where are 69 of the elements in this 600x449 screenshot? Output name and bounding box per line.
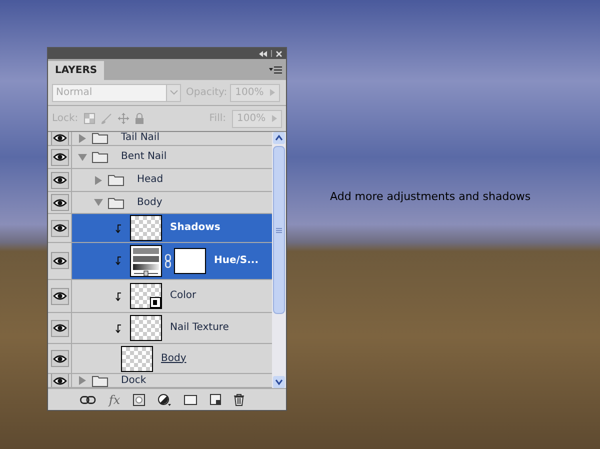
- layer-name: Shadows: [170, 223, 220, 234]
- visibility-toggle[interactable]: [50, 288, 68, 305]
- visibility-toggle[interactable]: [50, 252, 68, 270]
- layer-thumbnail: [130, 215, 162, 242]
- layer-style-button[interactable]: fx: [108, 394, 120, 406]
- scroll-up-icon[interactable]: [273, 132, 285, 144]
- eye-icon: [52, 198, 66, 207]
- scroll-down-icon[interactable]: [273, 376, 285, 388]
- layers-tab[interactable]: LAYERS: [48, 61, 104, 80]
- layer-row[interactable]: Shadows: [48, 214, 272, 243]
- smart-object-icon: [150, 297, 161, 308]
- folder-icon: [108, 196, 124, 209]
- folder-icon: [92, 151, 108, 163]
- mask-thumbnail: [174, 248, 206, 274]
- mask-icon[interactable]: [133, 394, 146, 406]
- visibility-toggle[interactable]: [50, 172, 68, 189]
- caption-text: Add more adjustments and shadows: [330, 189, 531, 205]
- folder-icon: [108, 174, 124, 186]
- collapse-icon[interactable]: [259, 50, 267, 56]
- eye-icon: [52, 324, 66, 332]
- layer-row[interactable]: Nail Texture: [48, 313, 272, 344]
- scrollbar[interactable]: [272, 132, 286, 388]
- layer-row[interactable]: Dock: [48, 374, 272, 388]
- layer-name: Nail Texture: [170, 323, 229, 334]
- eye-icon: [52, 354, 66, 363]
- layer-name: Hue/S...: [214, 256, 259, 266]
- visibility-toggle[interactable]: [50, 148, 68, 166]
- eye-icon: [52, 292, 66, 300]
- layer-thumbnail: [121, 346, 153, 372]
- close-icon[interactable]: [276, 50, 282, 56]
- chevron-down-icon: [170, 90, 178, 95]
- visibility-toggle[interactable]: [50, 194, 68, 212]
- layer-name: Tail Nail: [121, 133, 160, 144]
- layer-row[interactable]: Body: [48, 192, 272, 214]
- layer-row[interactable]: Bent Nail: [48, 146, 272, 170]
- layer-row[interactable]: Head: [48, 169, 272, 192]
- layer-row[interactable]: Body: [48, 344, 272, 374]
- adjustment-layer-icon[interactable]: [158, 394, 172, 406]
- visibility-toggle[interactable]: [50, 350, 68, 368]
- layer-name: Head: [137, 175, 164, 186]
- eye-icon: [52, 376, 66, 385]
- arrow-right-icon: [272, 115, 277, 122]
- link-icon[interactable]: [80, 396, 96, 404]
- chain-link-icon[interactable]: [165, 254, 171, 268]
- layer-row[interactable]: Color: [48, 280, 272, 314]
- layer-name: Bent Nail: [121, 152, 167, 162]
- adjustment-thumbnail: [130, 244, 162, 277]
- layer-name: Body: [161, 354, 186, 364]
- layer-thumbnail: [130, 315, 162, 342]
- visibility-toggle[interactable]: [50, 374, 68, 388]
- folder-icon[interactable]: [184, 394, 198, 404]
- eye-icon: [52, 224, 66, 232]
- visibility-toggle[interactable]: [50, 320, 68, 337]
- visibility-toggle[interactable]: [50, 132, 68, 145]
- panel-menu-icon[interactable]: [269, 66, 282, 74]
- layer-name: Body: [137, 198, 162, 208]
- grip-icon: [276, 228, 282, 232]
- new-layer-icon[interactable]: [210, 394, 222, 405]
- arrow-right-icon: [270, 89, 276, 96]
- eye-icon: [52, 153, 66, 161]
- layer-name: Dock: [121, 376, 146, 386]
- layer-row[interactable]: Tail Nail: [48, 132, 272, 146]
- layer-name: Color: [170, 291, 196, 302]
- visibility-toggle[interactable]: [50, 220, 68, 237]
- trash-icon[interactable]: [234, 394, 244, 406]
- eye-icon: [52, 256, 66, 265]
- eye-icon: [52, 134, 66, 142]
- layer-row[interactable]: Hue/S...: [48, 242, 272, 280]
- eye-icon: [52, 176, 66, 184]
